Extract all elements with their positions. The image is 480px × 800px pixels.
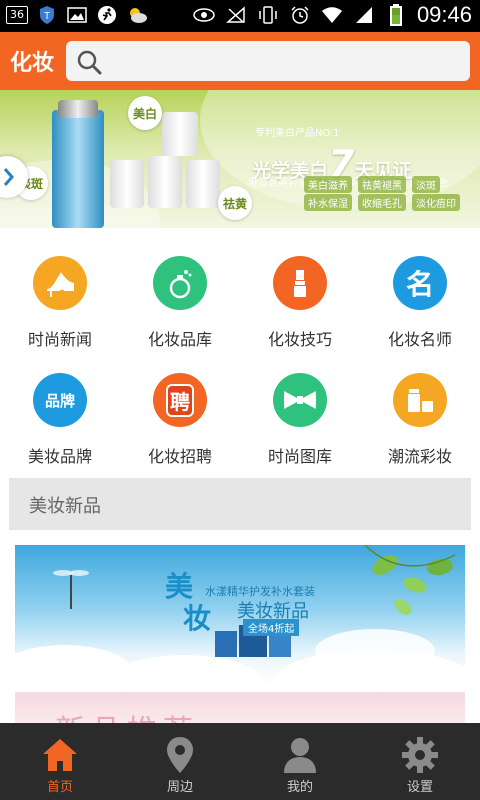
perfume-bottle-icon bbox=[153, 256, 207, 310]
category-makeup-tips[interactable]: 化妆技巧 bbox=[240, 240, 360, 350]
banner-tag: 收缩毛孔 bbox=[358, 194, 406, 211]
banner-big-char: 妆 bbox=[183, 602, 212, 635]
category-recruitment[interactable]: 聘 化妆招聘 bbox=[120, 357, 240, 467]
category-label: 化妆技巧 bbox=[267, 330, 332, 349]
tab-label: 我的 bbox=[286, 780, 313, 795]
category-label: 潮流彩妆 bbox=[387, 447, 452, 466]
tab-mine[interactable]: 我的 bbox=[240, 723, 360, 800]
tab-label: 设置 bbox=[406, 780, 433, 795]
high-heel-icon bbox=[33, 256, 87, 310]
category-label: 化妆名师 bbox=[387, 330, 452, 349]
product-vial-image bbox=[148, 156, 182, 208]
signal-icon bbox=[353, 4, 375, 26]
home-icon bbox=[40, 735, 80, 775]
tab-label: 首页 bbox=[46, 780, 73, 795]
tab-settings[interactable]: 设置 bbox=[360, 723, 480, 800]
app-title: 化妆 bbox=[10, 51, 55, 76]
gear-icon bbox=[400, 735, 440, 775]
vibrate-icon bbox=[257, 4, 279, 26]
name-character-icon: 名 bbox=[393, 256, 447, 310]
banner-tag: 淡化痘印 bbox=[412, 194, 460, 211]
search-icon bbox=[76, 49, 102, 79]
product-vial-image bbox=[162, 112, 198, 156]
battery-icon bbox=[385, 4, 407, 26]
category-fashion-news[interactable]: 时尚新闻 bbox=[0, 240, 120, 350]
category-makeup-masters[interactable]: 名 化妆名师 bbox=[360, 240, 480, 350]
product-box-image bbox=[215, 631, 237, 657]
vpn-shield-icon: T bbox=[36, 4, 58, 26]
lipstick-icon bbox=[273, 256, 327, 310]
banner-tag: 美白滋养 bbox=[304, 176, 352, 193]
tab-label: 周边 bbox=[166, 780, 193, 795]
product-bottle-image bbox=[52, 110, 104, 228]
category-label: 时尚图库 bbox=[267, 447, 332, 466]
badge-whitening: 美白 bbox=[128, 96, 162, 130]
weather-icon bbox=[126, 4, 148, 26]
category-trend-makeup[interactable]: 潮流彩妆 bbox=[360, 357, 480, 467]
category-label: 化妆招聘 bbox=[147, 447, 212, 466]
section-title: 美妆新品 bbox=[29, 496, 101, 517]
promo-banner[interactable]: 美白 淡斑 祛黄 专利美白产品NO.1 光学美白7天见证 港澳台美容会所十五年美… bbox=[0, 90, 480, 228]
tab-home[interactable]: 首页 bbox=[0, 723, 120, 800]
category-cosmetics-library[interactable]: 化妆品库 bbox=[120, 240, 240, 350]
category-label: 美妆品牌 bbox=[27, 447, 92, 466]
banner-tag: 祛黄褪黑 bbox=[358, 176, 406, 193]
cloud-shape bbox=[315, 629, 435, 673]
app-header: 化妆 bbox=[0, 32, 480, 90]
cosmetics-icon bbox=[393, 373, 447, 427]
banner-discount: 全场4折起 bbox=[243, 619, 300, 636]
banner-tag: 补水保湿 bbox=[304, 194, 352, 211]
badge-yellow: 祛黄 bbox=[218, 186, 252, 220]
name-glyph: 名 bbox=[405, 268, 434, 301]
cloud-shape bbox=[105, 655, 265, 685]
category-fashion-gallery[interactable]: 时尚图库 bbox=[240, 357, 360, 467]
no-signal-icon bbox=[225, 4, 247, 26]
person-icon bbox=[280, 735, 320, 775]
eye-icon bbox=[193, 4, 215, 26]
notification-count-badge: 36 bbox=[6, 6, 28, 24]
banner-tagline: 专利美白产品NO.1 bbox=[255, 128, 340, 139]
location-pin-icon bbox=[160, 735, 200, 775]
product-vial-image bbox=[186, 160, 220, 208]
wifi-icon bbox=[321, 4, 343, 26]
bow-tie-icon bbox=[273, 373, 327, 427]
status-bar: 36 T 09:46 bbox=[0, 0, 480, 32]
alarm-icon bbox=[289, 4, 311, 26]
category-label: 时尚新闻 bbox=[27, 330, 92, 349]
tab-nearby[interactable]: 周边 bbox=[120, 723, 240, 800]
banner-next-arrow[interactable] bbox=[0, 156, 28, 198]
new-products-banner[interactable]: 美 妆 水漾精华护发补水套装 美妆新品 全场4折起 bbox=[15, 545, 465, 685]
category-label: 化妆品库 bbox=[147, 330, 212, 349]
product-cap-image bbox=[58, 100, 98, 118]
brand-icon: 品牌 bbox=[33, 373, 87, 427]
search-input[interactable] bbox=[66, 41, 470, 81]
bottom-tab-bar: 首页 周边 我的 设置 bbox=[0, 723, 480, 800]
image-icon bbox=[66, 4, 88, 26]
leaves-decoration bbox=[364, 545, 456, 615]
recruit-glyph: 聘 bbox=[166, 383, 194, 417]
banner-tag: 淡斑 bbox=[412, 176, 440, 193]
product-vial-image bbox=[110, 160, 144, 208]
clock: 09:46 bbox=[416, 2, 472, 27]
section-header: 美妆新品 bbox=[9, 478, 471, 530]
svg-text:T: T bbox=[44, 11, 50, 22]
category-beauty-brands[interactable]: 品牌 美妆品牌 bbox=[0, 357, 120, 467]
running-icon bbox=[96, 4, 118, 26]
brand-glyph: 品牌 bbox=[44, 391, 75, 410]
recruit-icon: 聘 bbox=[153, 373, 207, 427]
dragonfly-icon bbox=[53, 570, 89, 609]
